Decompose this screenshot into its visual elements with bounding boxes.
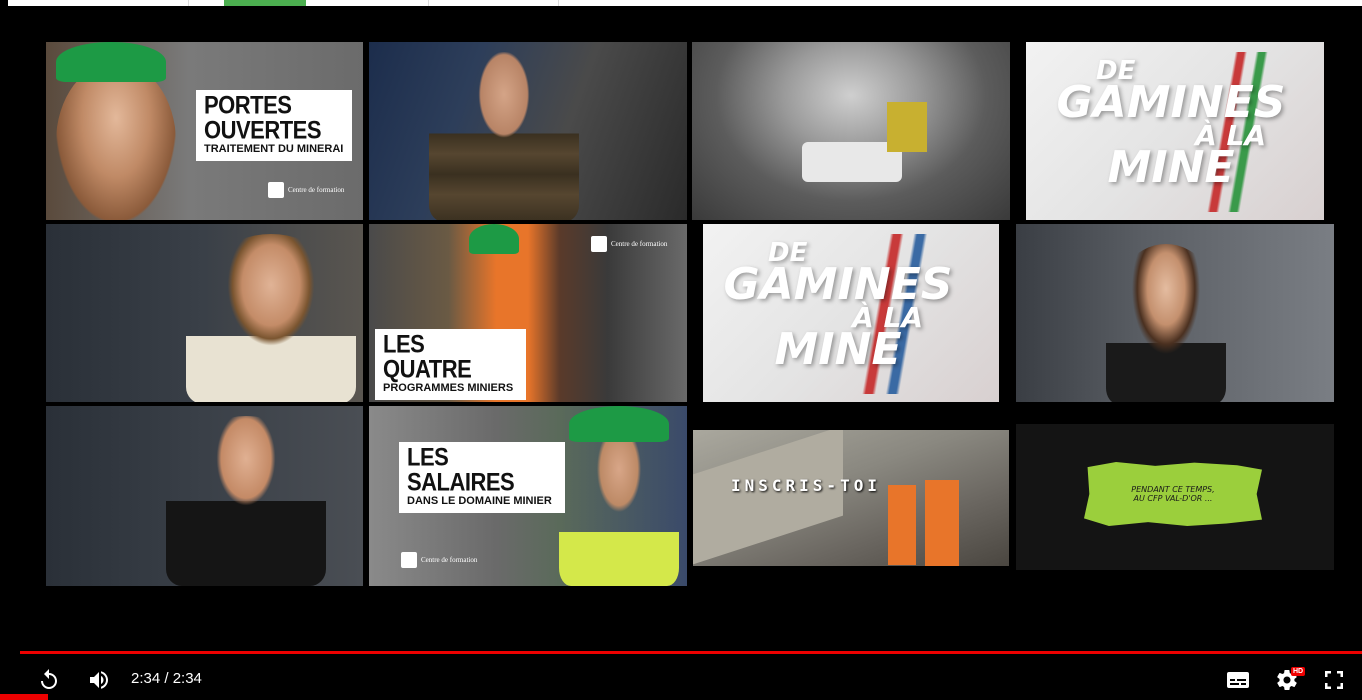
subtitles-icon[interactable]: [1226, 669, 1250, 691]
video-tile-man-interview: [369, 42, 687, 220]
time-display: 2:34 / 2:34: [131, 670, 202, 687]
worker-graphic: [888, 485, 916, 565]
player-controls: [0, 656, 1362, 700]
hd-badge: HD: [1291, 667, 1306, 676]
fullscreen-icon[interactable]: [1322, 668, 1346, 692]
video-tile-gamines-1: DE GAMINES À LA MINE: [1026, 42, 1324, 220]
tile-title: PORTES OUVERTES: [204, 90, 322, 145]
hardhat-graphic: [569, 406, 669, 442]
video-tile-inscris-toi: INSCRIS-TOI: [693, 430, 1009, 566]
title-card: LES QUATRE PROGRAMMES MINIERS: [375, 329, 526, 400]
video-player[interactable]: PORTES OUVERTES TRAITEMENT DU MINERAI Ce…: [0, 0, 1362, 700]
tile-subtitle: DANS LE DOMAINE MINIER: [407, 495, 552, 507]
gamines-title: DE GAMINES À LA MINE: [1056, 56, 1286, 194]
cfp-logo: Centre de formation: [591, 236, 667, 252]
video-tile-woman-office: [1016, 224, 1334, 402]
cfp-logo: Centre de formation: [268, 182, 344, 198]
green-torn-note: PENDANT CE TEMPS, AU CFP VAL-D'OR ...: [1084, 462, 1262, 526]
progress-bar[interactable]: [20, 651, 1362, 654]
video-tile-pendant-ce-temps: PENDANT CE TEMPS, AU CFP VAL-D'OR ...: [1016, 424, 1334, 570]
worker-graphic: [925, 480, 959, 566]
cfp-logo: Centre de formation: [401, 552, 477, 568]
tile-subtitle: PROGRAMMES MINIERS: [383, 382, 514, 394]
title-card: LES SALAIRES DANS LE DOMAINE MINIER: [399, 442, 565, 513]
volume-icon[interactable]: [86, 667, 114, 693]
replay-icon[interactable]: [36, 667, 62, 693]
corner-accent: [0, 694, 48, 700]
video-tile-gamines-2: DE GAMINES À LA MINE: [703, 224, 999, 402]
video-frame[interactable]: PORTES OUVERTES TRAITEMENT DU MINERAI Ce…: [8, 6, 1362, 646]
video-tile-man-glasses: [46, 224, 363, 402]
title-card: PORTES OUVERTES TRAITEMENT DU MINERAI: [196, 90, 352, 161]
tile-title: LES QUATRE: [383, 329, 472, 384]
video-tile-bald-man: [46, 406, 363, 586]
scaffold-graphic: [887, 102, 927, 152]
video-tile-portes-ouvertes: PORTES OUVERTES TRAITEMENT DU MINERAI Ce…: [46, 42, 363, 220]
hardhat-graphic: [56, 42, 166, 82]
inscris-toi-label: INSCRIS-TOI: [731, 476, 881, 495]
gamines-title: DE GAMINES À LA MINE: [723, 238, 953, 376]
tile-subtitle: TRAITEMENT DU MINERAI: [204, 143, 344, 155]
video-tile-les-quatre: LES QUATRE PROGRAMMES MINIERS Centre de …: [369, 224, 687, 402]
video-tile-plant-360: [692, 42, 1010, 220]
hardhat-graphic: [469, 224, 519, 254]
tile-title: LES SALAIRES: [407, 442, 515, 497]
video-tile-les-salaires: LES SALAIRES DANS LE DOMAINE MINIER Cent…: [369, 406, 687, 586]
